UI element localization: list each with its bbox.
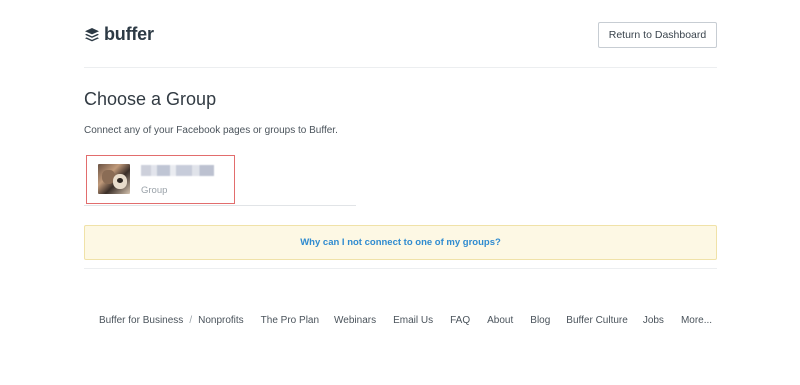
footer-link-buffer-for-business[interactable]: Buffer for Business	[99, 315, 183, 326]
group-item[interactable]: Group	[86, 155, 235, 204]
footer-separator: /	[189, 315, 193, 326]
header-divider	[84, 67, 717, 68]
page: buffer Return to Dashboard Choose a Grou…	[0, 0, 800, 385]
header: buffer Return to Dashboard	[84, 22, 717, 48]
help-banner: Why can I not connect to one of my group…	[84, 225, 717, 260]
page-title: Choose a Group	[84, 89, 217, 109]
footer-link-about[interactable]: About	[487, 315, 513, 326]
group-type-label: Group	[141, 185, 168, 196]
footer-link-nonprofits[interactable]: Nonprofits	[198, 315, 244, 326]
group-list: Group	[84, 155, 356, 206]
help-link[interactable]: Why can I not connect to one of my group…	[300, 237, 501, 248]
footer-link-pro-plan[interactable]: The Pro Plan	[261, 315, 319, 326]
footer-link-blog[interactable]: Blog	[530, 315, 550, 326]
content-divider	[84, 268, 717, 269]
footer-nav: Buffer for Business / Nonprofits The Pro…	[99, 315, 712, 326]
group-name-redacted	[141, 165, 214, 176]
footer-link-faq[interactable]: FAQ	[450, 315, 470, 326]
footer-link-email-us[interactable]: Email Us	[393, 315, 433, 326]
return-to-dashboard-button[interactable]: Return to Dashboard	[598, 22, 717, 48]
group-avatar	[98, 164, 130, 194]
logo-text: buffer	[104, 24, 154, 44]
footer-link-webinars[interactable]: Webinars	[334, 315, 376, 326]
stack-icon	[85, 27, 99, 41]
footer-link-jobs[interactable]: Jobs	[643, 315, 664, 326]
footer-link-more[interactable]: More...	[681, 315, 712, 326]
footer-link-buffer-culture[interactable]: Buffer Culture	[566, 315, 628, 326]
page-subtitle: Connect any of your Facebook pages or gr…	[84, 125, 338, 136]
buffer-logo[interactable]: buffer	[84, 24, 154, 45]
